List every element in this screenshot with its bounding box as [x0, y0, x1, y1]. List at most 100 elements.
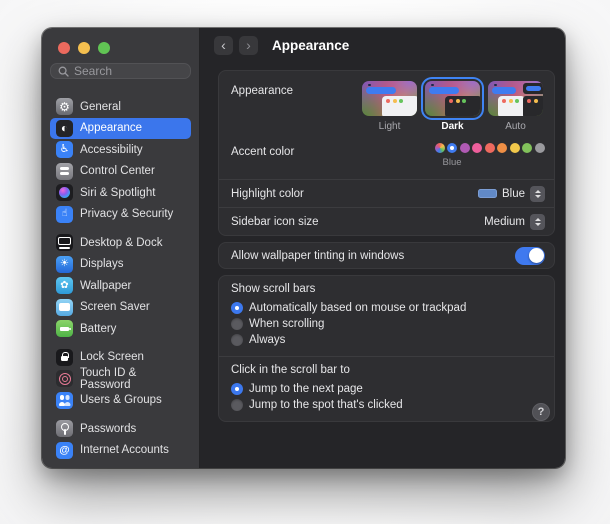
- appearance-thumbnail-dark: [425, 81, 480, 116]
- appearance-option-dark[interactable]: Dark: [425, 81, 480, 132]
- radio-option-label: When scrolling: [249, 318, 324, 330]
- sidebar-item-users-groups[interactable]: Users & Groups: [50, 390, 191, 412]
- sidebar-icon-size-value: Medium: [484, 216, 525, 228]
- forward-button[interactable]: ›: [239, 36, 258, 55]
- dot: [399, 99, 403, 103]
- wallpaper-flower-icon: [56, 277, 73, 294]
- key-icon: [56, 420, 73, 437]
- radio-option-when-scrolling[interactable]: When scrolling: [231, 316, 542, 332]
- accent-swatch-graphite[interactable]: [535, 143, 545, 153]
- sidebar-item-label: Siri & Spotlight: [80, 187, 155, 199]
- wallpaper-tinting-group: Allow wallpaper tinting in windows: [218, 242, 555, 269]
- mini-window-dark: [445, 96, 480, 116]
- radio-option-label: Automatically based on mouse or trackpad: [249, 302, 466, 314]
- appearance-theme-row: Appearance Light Dark Auto: [219, 71, 554, 133]
- dot: [509, 99, 513, 103]
- sidebar-item-appearance[interactable]: Appearance: [50, 118, 191, 140]
- sidebar-nav: General Appearance Accessibility Control Ce…: [42, 96, 199, 468]
- window-dots: [502, 99, 519, 103]
- radio-option-jump-to-the-next-page[interactable]: Jump to the next page: [231, 381, 542, 397]
- radio-option-jump-to-the-spot-that-s-clicked[interactable]: Jump to the spot that's clicked: [231, 397, 542, 413]
- sidebar-icon-size-stepper[interactable]: [530, 214, 545, 230]
- show-scroll-bars-title: Show scroll bars: [231, 283, 542, 295]
- window-dots: [386, 99, 403, 103]
- mini-menu-dark: [523, 83, 543, 94]
- appearance-row-label: Appearance: [231, 85, 293, 97]
- appearance-option-light[interactable]: Light: [362, 81, 417, 132]
- close-button[interactable]: [58, 42, 70, 54]
- sidebar-icon-size-popup[interactable]: Medium: [484, 214, 545, 230]
- zoom-button[interactable]: [98, 42, 110, 54]
- radio-button: [231, 399, 243, 411]
- accent-swatch-purple[interactable]: [460, 143, 470, 153]
- theme-option-label: Light: [362, 121, 417, 132]
- at-sign-icon: [56, 442, 73, 459]
- theme-option-label: Dark: [425, 121, 480, 132]
- dot: [462, 99, 466, 103]
- sidebar-item-label: Screen Saver: [80, 301, 150, 313]
- sidebar-item-privacy-security[interactable]: Privacy & Security: [50, 204, 191, 226]
- window-dots: [449, 99, 466, 103]
- radio-option-automatically-based-on-mouse-or-trackpad[interactable]: Automatically based on mouse or trackpad: [231, 300, 542, 316]
- sidebar-icon-size-label: Sidebar icon size: [231, 216, 319, 228]
- sidebar-item-lock-screen[interactable]: Lock Screen: [50, 347, 191, 369]
- appearance-option-auto[interactable]: Auto: [488, 81, 543, 132]
- highlight-color-popup[interactable]: Blue: [478, 186, 545, 202]
- sidebar-item-control-center[interactable]: Control Center: [50, 161, 191, 183]
- chevron-up-icon: [535, 218, 541, 221]
- sidebar-item-general[interactable]: General: [50, 96, 191, 118]
- dot: [527, 99, 531, 103]
- radio-option-always[interactable]: Always: [231, 332, 542, 348]
- accent-swatch-green[interactable]: [522, 143, 532, 153]
- sidebar-item-label: Internet Accounts: [80, 444, 169, 456]
- accent-swatch-red[interactable]: [485, 143, 495, 153]
- accent-swatch-blue[interactable]: [447, 143, 457, 153]
- chevron-up-icon: [535, 190, 541, 193]
- sidebar-item-wallpaper[interactable]: Wallpaper: [50, 275, 191, 297]
- content-pane: ‹ › Appearance Appearance LightDarkAuto …: [200, 28, 565, 468]
- sidebar-item-displays[interactable]: Displays: [50, 254, 191, 276]
- sidebar-item-label: Wallpaper: [80, 280, 131, 292]
- sidebar-item-desktop-dock[interactable]: Desktop & Dock: [50, 232, 191, 254]
- dot: [393, 99, 397, 103]
- sidebar-item-label: Lock Screen: [80, 351, 144, 363]
- sidebar-icon-size-row: Sidebar icon size Medium: [219, 208, 554, 235]
- sidebar-item-passwords[interactable]: Passwords: [50, 418, 191, 440]
- accent-swatch-yellow[interactable]: [510, 143, 520, 153]
- privacy-hand-icon: [56, 206, 73, 223]
- sidebar-item-label: General: [80, 101, 121, 113]
- highlight-color-swatch: [478, 189, 497, 198]
- minimize-button[interactable]: [78, 42, 90, 54]
- sidebar-item-label: Appearance: [80, 122, 142, 134]
- highlight-color-row: Highlight color Blue: [219, 180, 554, 207]
- wallpaper-tinting-toggle[interactable]: [515, 247, 545, 265]
- window-controls: [42, 42, 199, 54]
- mini-window-light: [382, 96, 417, 116]
- back-button[interactable]: ‹: [214, 36, 233, 55]
- sidebar-item-internet-accounts[interactable]: Internet Accounts: [50, 440, 191, 462]
- sidebar-item-label: Displays: [80, 258, 123, 270]
- dot: [502, 99, 506, 103]
- sidebar-item-battery[interactable]: Battery: [50, 318, 191, 340]
- accent-swatch-pink[interactable]: [472, 143, 482, 153]
- wallpaper-tinting-label: Allow wallpaper tinting in windows: [231, 250, 404, 262]
- control-center-icon: [56, 163, 73, 180]
- search-field[interactable]: [50, 63, 191, 79]
- search-input[interactable]: [74, 64, 183, 78]
- radio-button: [231, 383, 243, 395]
- dot: [515, 99, 519, 103]
- sidebar-item-screen-saver[interactable]: Screen Saver: [50, 297, 191, 319]
- accent-swatch-multicolor[interactable]: [435, 143, 445, 153]
- sidebar-item-label: Privacy & Security: [80, 208, 173, 220]
- accent-swatch-orange[interactable]: [497, 143, 507, 153]
- sidebar-item-touch-id-password[interactable]: Touch ID & Password: [50, 368, 191, 390]
- dot: [449, 99, 453, 103]
- theme-option-label: Auto: [488, 121, 543, 132]
- sidebar-item-label: Accessibility: [80, 144, 143, 156]
- appearance-icon: [56, 120, 73, 137]
- help-button[interactable]: ?: [532, 403, 550, 421]
- accent-color-label: Accent color: [231, 146, 294, 158]
- sidebar-item-accessibility[interactable]: Accessibility: [50, 139, 191, 161]
- highlight-color-stepper[interactable]: [530, 186, 545, 202]
- sidebar-item-siri-spotlight[interactable]: Siri & Spotlight: [50, 182, 191, 204]
